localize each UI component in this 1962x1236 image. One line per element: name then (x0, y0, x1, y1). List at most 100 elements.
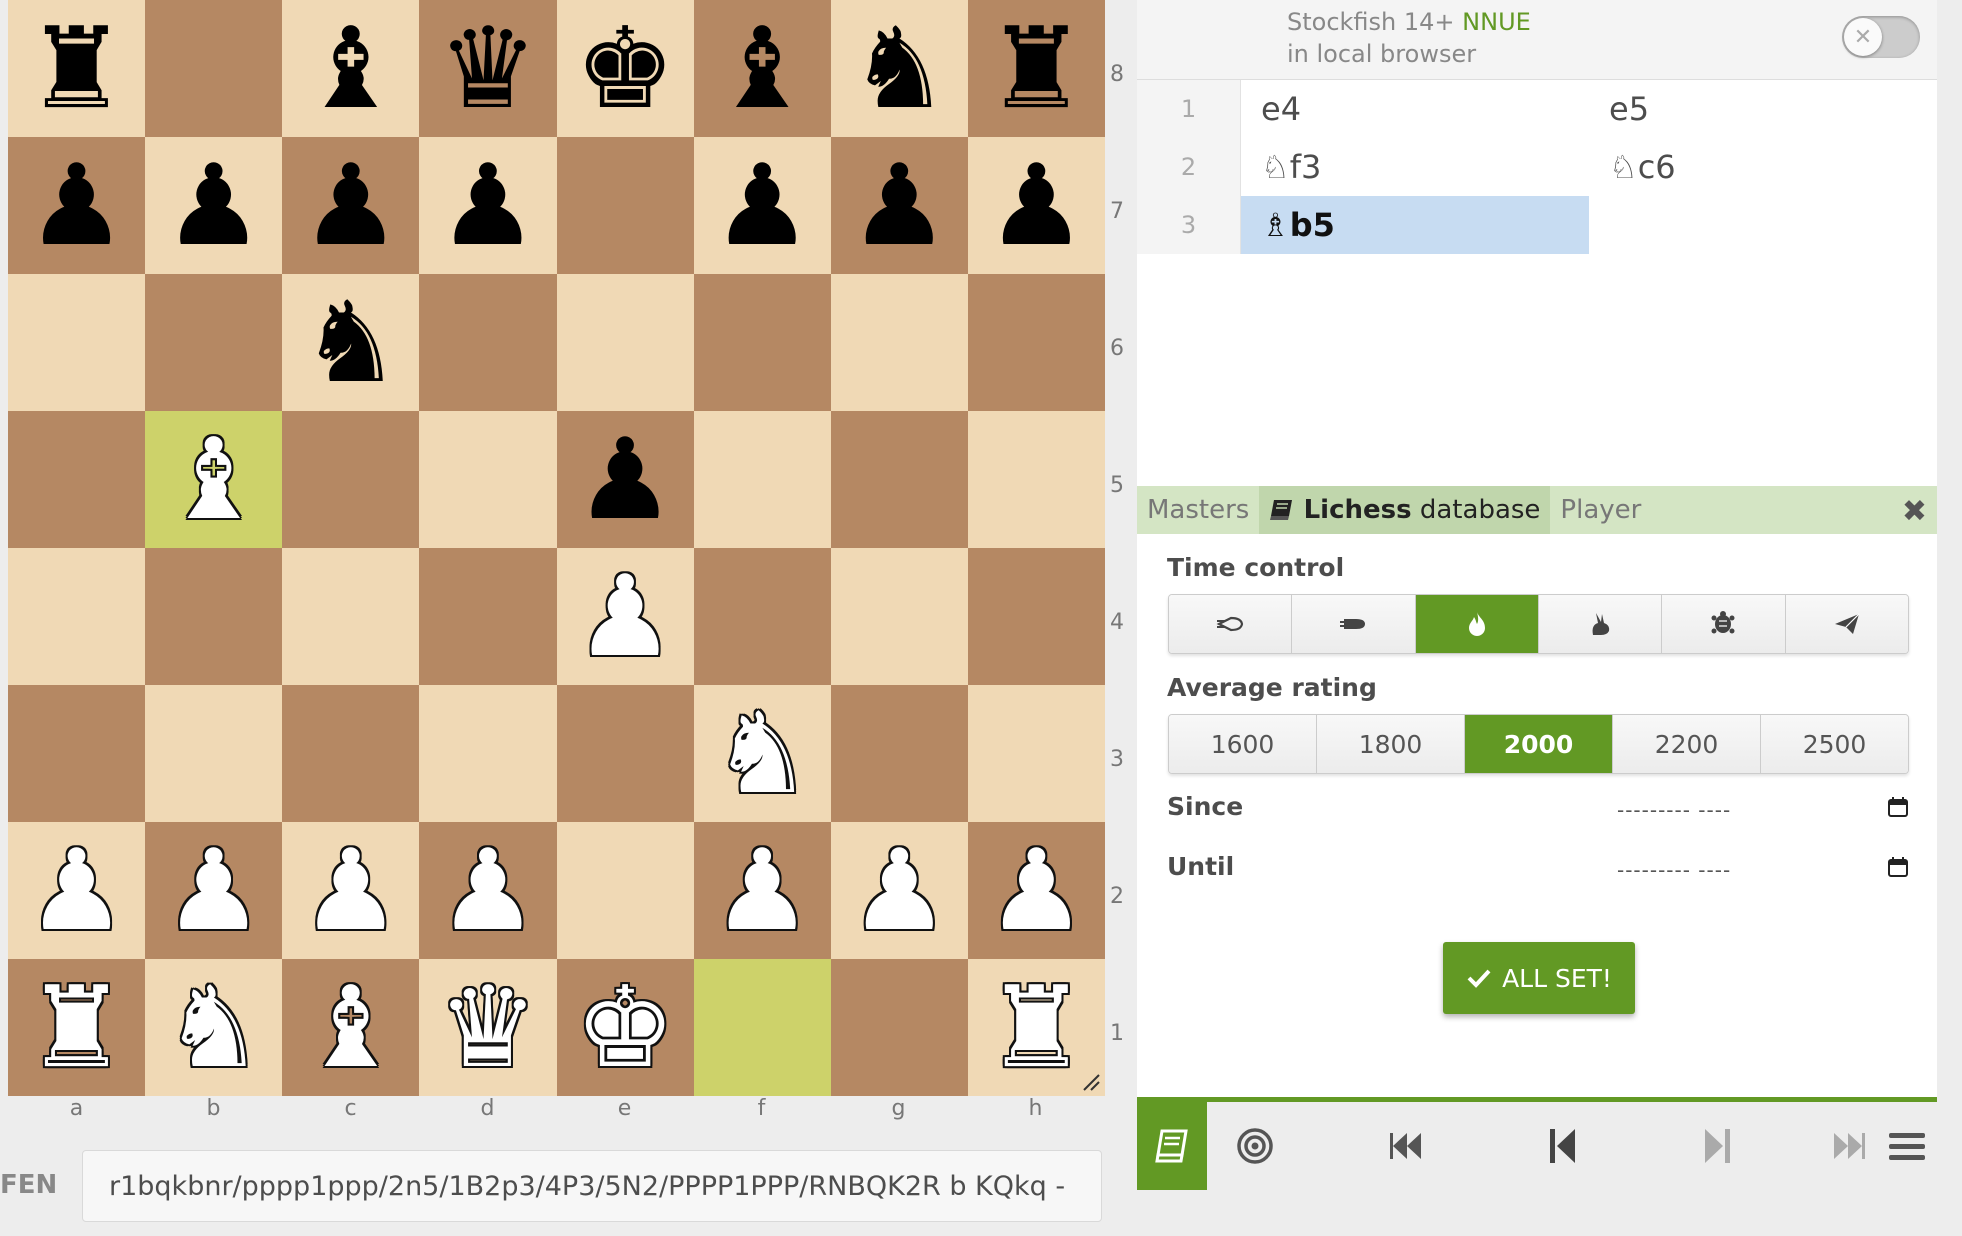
move-black[interactable] (1589, 196, 1937, 254)
fen-input[interactable] (82, 1150, 1102, 1222)
bullet-button[interactable] (1292, 595, 1416, 653)
square-h5[interactable] (967, 411, 1105, 548)
square-b2[interactable]: ♟ (145, 822, 283, 959)
square-f5[interactable] (693, 411, 831, 548)
square-c6[interactable]: ♞ (282, 274, 420, 411)
white-pawn-icon[interactable]: ♟ (712, 835, 812, 947)
square-b3[interactable] (145, 685, 283, 822)
square-a3[interactable] (8, 685, 146, 822)
white-pawn-icon[interactable]: ♟ (26, 835, 126, 947)
first-move-button[interactable] (1372, 1102, 1442, 1190)
white-pawn-icon[interactable]: ♟ (849, 835, 949, 947)
move-black[interactable]: ♘c6 (1589, 138, 1937, 196)
square-f4[interactable] (693, 548, 831, 685)
close-explorer-icon[interactable]: ✖ (1902, 494, 1927, 529)
square-c1[interactable]: ♝ (282, 959, 420, 1096)
square-e1[interactable]: ♚ (556, 959, 694, 1096)
black-queen-icon[interactable]: ♛ (438, 13, 538, 125)
white-rook-icon[interactable]: ♜ (986, 972, 1086, 1084)
square-h6[interactable] (967, 274, 1105, 411)
square-a2[interactable]: ♟ (8, 822, 146, 959)
square-a4[interactable] (8, 548, 146, 685)
chess-board[interactable]: ♜ ♝ ♛ ♚ ♝ ♞ ♜ ♟ ♟ ♟ ♟ ♟ ♟ ♟ ♞ ♝ ♟ ♟ ♞ ♟ ♟ ♟ ♟ ♟ ♟ ♟ ♜ ♞ ♝ ♛ ♚ ♜ (8, 0, 1105, 1096)
white-pawn-icon[interactable]: ♟ (163, 835, 263, 947)
correspondence-button[interactable] (1785, 595, 1908, 653)
square-a6[interactable] (8, 274, 146, 411)
blitz-button[interactable] (1415, 595, 1539, 653)
square-d5[interactable] (419, 411, 557, 548)
black-pawn-icon[interactable]: ♟ (438, 150, 538, 262)
black-pawn-icon[interactable]: ♟ (986, 150, 1086, 262)
black-pawn-icon[interactable]: ♟ (26, 150, 126, 262)
classical-button[interactable] (1662, 595, 1786, 653)
practice-button[interactable] (1220, 1102, 1290, 1190)
square-f1[interactable] (693, 959, 831, 1096)
square-a7[interactable]: ♟ (8, 137, 146, 274)
move-white[interactable]: ♘f3 (1241, 138, 1589, 196)
black-rook-icon[interactable]: ♜ (26, 13, 126, 125)
square-e6[interactable] (556, 274, 694, 411)
square-g2[interactable]: ♟ (830, 822, 968, 959)
black-bishop-icon[interactable]: ♝ (712, 13, 812, 125)
square-e4[interactable]: ♟ (556, 548, 694, 685)
calendar-icon[interactable] (1887, 856, 1909, 878)
black-pawn-icon[interactable]: ♟ (163, 150, 263, 262)
square-e7[interactable] (556, 137, 694, 274)
square-c4[interactable] (282, 548, 420, 685)
square-g4[interactable] (830, 548, 968, 685)
square-b7[interactable]: ♟ (145, 137, 283, 274)
white-knight-icon[interactable]: ♞ (712, 698, 812, 810)
previous-move-button[interactable] (1527, 1102, 1597, 1190)
white-bishop-icon[interactable]: ♝ (301, 972, 401, 1084)
white-pawn-icon[interactable]: ♟ (986, 835, 1086, 947)
square-g3[interactable] (830, 685, 968, 822)
square-h3[interactable] (967, 685, 1105, 822)
square-b1[interactable]: ♞ (145, 959, 283, 1096)
square-f3[interactable]: ♞ (693, 685, 831, 822)
engine-toggle[interactable]: ✕ (1842, 16, 1920, 58)
square-h4[interactable] (967, 548, 1105, 685)
square-g6[interactable] (830, 274, 968, 411)
square-e8[interactable]: ♚ (556, 0, 694, 137)
black-king-icon[interactable]: ♚ (575, 13, 675, 125)
black-bishop-icon[interactable]: ♝ (301, 13, 401, 125)
square-g5[interactable] (830, 411, 968, 548)
white-queen-icon[interactable]: ♛ (438, 972, 538, 1084)
ultrabullet-button[interactable] (1169, 595, 1293, 653)
square-d6[interactable] (419, 274, 557, 411)
square-a1[interactable]: ♜ (8, 959, 146, 1096)
square-e3[interactable] (556, 685, 694, 822)
square-b4[interactable] (145, 548, 283, 685)
black-rook-icon[interactable]: ♜ (986, 13, 1086, 125)
square-b6[interactable] (145, 274, 283, 411)
last-move-button[interactable] (1813, 1102, 1883, 1190)
square-c7[interactable]: ♟ (282, 137, 420, 274)
white-rook-icon[interactable]: ♜ (26, 972, 126, 1084)
black-pawn-icon[interactable]: ♟ (712, 150, 812, 262)
square-g1[interactable] (830, 959, 968, 1096)
next-move-button[interactable] (1683, 1102, 1753, 1190)
rapid-button[interactable] (1538, 595, 1663, 653)
black-pawn-icon[interactable]: ♟ (849, 150, 949, 262)
white-knight-icon[interactable]: ♞ (163, 972, 263, 1084)
move-white[interactable]: e4 (1241, 80, 1589, 138)
black-pawn-icon[interactable]: ♟ (301, 150, 401, 262)
move-black[interactable]: e5 (1589, 80, 1937, 138)
tab-player[interactable]: Player (1550, 486, 1651, 534)
tab-lichess-database[interactable]: Lichess database (1259, 486, 1551, 534)
board-resize-handle[interactable] (1082, 1073, 1100, 1091)
white-king-icon[interactable]: ♚ (575, 972, 675, 1084)
square-f2[interactable]: ♟ (693, 822, 831, 959)
square-g8[interactable]: ♞ (830, 0, 968, 137)
rating-2200-button[interactable]: 2200 (1613, 715, 1761, 773)
all-set-button[interactable]: ALL SET! (1443, 942, 1635, 1014)
explorer-toggle-button[interactable] (1137, 1102, 1207, 1190)
square-h2[interactable]: ♟ (967, 822, 1105, 959)
square-d2[interactable]: ♟ (419, 822, 557, 959)
black-knight-icon[interactable]: ♞ (849, 13, 949, 125)
square-f8[interactable]: ♝ (693, 0, 831, 137)
white-pawn-icon[interactable]: ♟ (575, 561, 675, 673)
white-pawn-icon[interactable]: ♟ (301, 835, 401, 947)
white-bishop-icon[interactable]: ♝ (163, 424, 263, 536)
square-e5[interactable]: ♟ (556, 411, 694, 548)
